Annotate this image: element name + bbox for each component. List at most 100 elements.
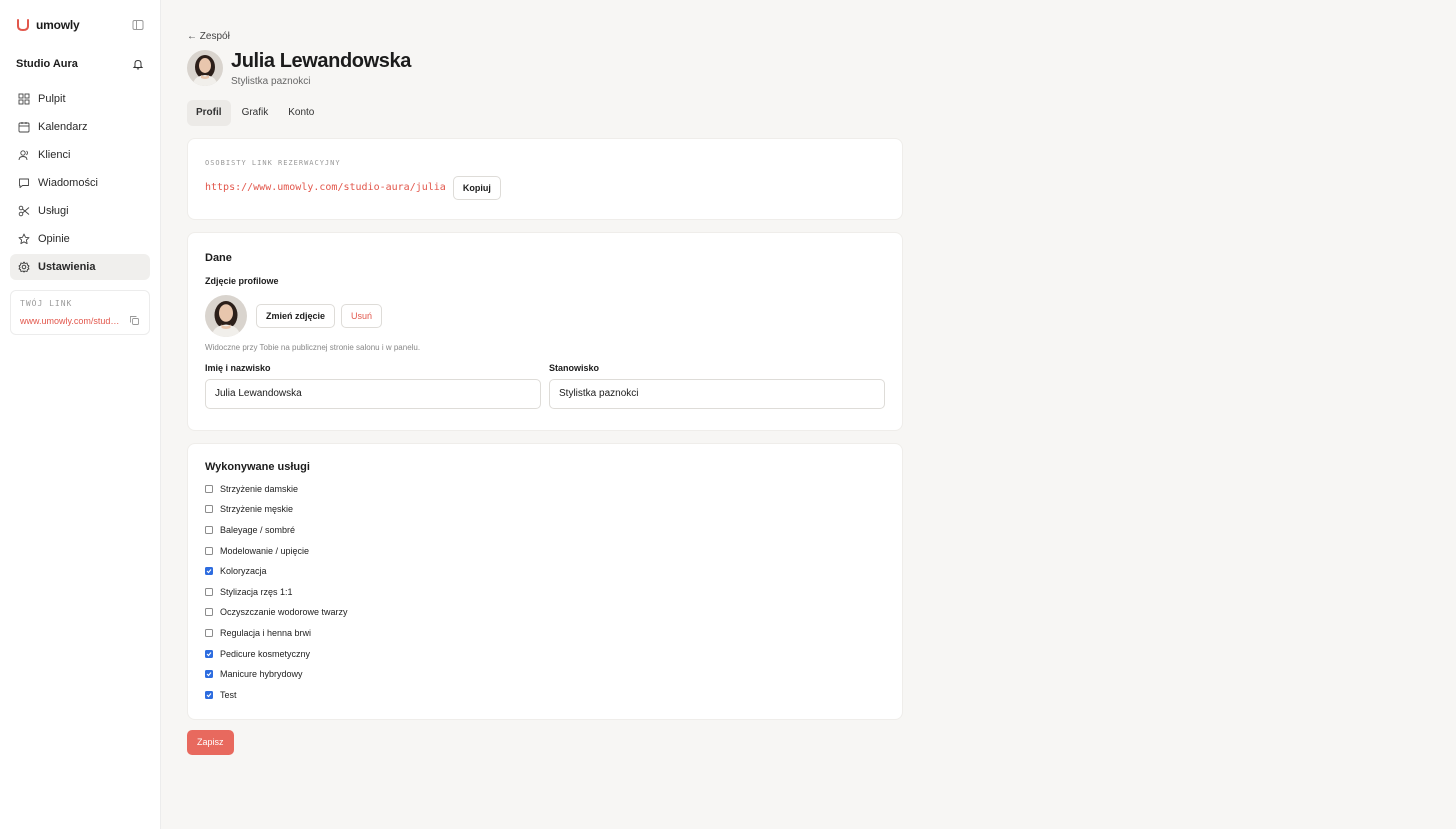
sidebar-item-uslugi[interactable]: Usługi	[10, 198, 150, 224]
booking-link-card: OSOBISTY LINK REZERWACYJNY https://www.u…	[187, 137, 903, 220]
brand-name: umowly	[36, 18, 80, 32]
service-checkbox-row[interactable]: Stylizacja rzęs 1:1	[205, 581, 885, 602]
checkbox-checked[interactable]	[205, 649, 213, 658]
services-card: Wykonywane usługi Strzyżenie damskie Strz…	[187, 442, 903, 720]
profile-header: Julia Lewandowska Stylistka paznokci	[187, 50, 1456, 87]
sidebar-item-ustawienia[interactable]: Ustawienia	[10, 254, 150, 280]
profile-data-card: Dane Zdjęcie profilowe Zmień zdjęcie Usu…	[187, 231, 903, 431]
role-field[interactable]	[549, 378, 885, 409]
service-checkbox-row[interactable]: Oczyszczanie wodorowe twarzy	[205, 602, 885, 623]
services-list: Strzyżenie damskie Strzyżenie męskie Baley…	[205, 479, 885, 706]
tab-profil[interactable]: Profil	[187, 99, 231, 126]
service-label: Stylizacja rzęs 1:1	[220, 586, 293, 597]
org-row: Studio Aura	[10, 50, 150, 78]
checkbox-unchecked[interactable]	[205, 525, 213, 534]
gear-icon	[18, 261, 30, 273]
sidebar: umowly Studio Aura Pulpit Kalendarz Klie…	[0, 0, 161, 829]
checkbox-unchecked[interactable]	[205, 546, 213, 555]
your-link-url[interactable]: www.umowly.com/studio…	[20, 316, 120, 326]
service-label: Strzyżenie damskie	[220, 483, 299, 494]
sidebar-item-label: Klienci	[38, 149, 71, 161]
org-name: Studio Aura	[16, 58, 78, 70]
calendar-icon	[18, 121, 30, 133]
sidebar-nav: Pulpit Kalendarz Klienci Wiadomości Usłu…	[10, 86, 150, 280]
tab-grafik[interactable]: Grafik	[233, 100, 278, 126]
avatar	[187, 50, 223, 86]
sidebar-collapse-icon[interactable]	[132, 19, 144, 31]
copy-link-button[interactable]: Kopiuj	[452, 175, 501, 200]
bell-icon[interactable]	[132, 58, 144, 70]
service-checkbox-row[interactable]: Strzyżenie damskie	[205, 479, 885, 500]
booking-url[interactable]: https://www.umowly.com/studio-aura/julia	[205, 182, 446, 193]
service-label: Pedicure kosmetyczny	[220, 648, 311, 659]
checkbox-unchecked[interactable]	[205, 587, 213, 596]
service-label: Baleyage / sombré	[220, 524, 296, 535]
your-link-title: TWÓJ LINK	[20, 299, 73, 308]
service-checkbox-row[interactable]: Koloryzacja	[205, 561, 885, 582]
services-title: Wykonywane usługi	[205, 460, 310, 473]
back-to-team-link[interactable]: ← Zespół	[187, 30, 230, 44]
service-label: Oczyszczanie wodorowe twarzy	[220, 607, 348, 618]
your-link-box: TWÓJ LINK www.umowly.com/studio…	[10, 290, 150, 335]
service-checkbox-row[interactable]: Pedicure kosmetyczny	[205, 643, 885, 664]
sidebar-item-label: Wiadomości	[38, 177, 98, 189]
message-icon	[18, 177, 30, 189]
sidebar-item-opinie[interactable]: Opinie	[10, 226, 150, 252]
service-label: Strzyżenie męskie	[220, 504, 294, 515]
person-role: Stylistka paznokci	[231, 75, 311, 87]
sidebar-item-label: Opinie	[38, 233, 70, 245]
photo-hint: Widoczne przy Tobie na publicznej stroni…	[205, 342, 421, 352]
name-label: Imię i nazwisko	[205, 362, 271, 373]
checkbox-checked[interactable]	[205, 567, 213, 576]
checkbox-unchecked[interactable]	[205, 484, 213, 493]
sidebar-item-label: Ustawienia	[38, 261, 96, 273]
remove-photo-button[interactable]: Usuń	[341, 303, 383, 328]
main-content: ← Zespół Julia Lewandowska Stylistka paz…	[161, 0, 1456, 829]
check-icon	[206, 569, 212, 574]
check-icon	[206, 692, 212, 698]
checkbox-unchecked[interactable]	[205, 505, 213, 514]
save-button[interactable]: Zapisz	[187, 729, 234, 755]
checkbox-checked[interactable]	[205, 690, 213, 699]
star-icon	[18, 233, 30, 245]
data-section-title: Dane	[205, 251, 232, 264]
brand-logo-icon	[16, 18, 30, 32]
check-icon	[206, 651, 212, 656]
sidebar-item-pulpit[interactable]: Pulpit	[10, 86, 150, 112]
users-icon	[18, 149, 30, 161]
sidebar-item-label: Usługi	[38, 205, 69, 217]
brand: umowly	[10, 0, 150, 50]
photo-label: Zdjęcie profilowe	[205, 275, 279, 286]
service-checkbox-row[interactable]: Modelowanie / upięcie	[205, 540, 885, 561]
service-checkbox-row[interactable]: Manicure hybrydowy	[205, 664, 885, 685]
service-checkbox-row[interactable]: Test	[205, 684, 885, 705]
change-photo-button[interactable]: Zmień zdjęcie	[256, 303, 336, 328]
service-checkbox-row[interactable]: Baleyage / sombré	[205, 520, 885, 541]
checkbox-checked[interactable]	[205, 670, 213, 679]
sidebar-item-label: Pulpit	[38, 93, 66, 105]
service-label: Koloryzacja	[220, 566, 267, 577]
service-label: Test	[220, 689, 237, 700]
sidebar-item-wiadomosci[interactable]: Wiadomości	[10, 170, 150, 196]
booking-link-caption: OSOBISTY LINK REZERWACYJNY	[205, 158, 341, 167]
page-title: Julia Lewandowska	[231, 49, 411, 72]
service-label: Regulacja i henna brwi	[220, 627, 312, 638]
scissors-icon	[18, 205, 30, 217]
checkbox-unchecked[interactable]	[205, 608, 213, 617]
sidebar-item-label: Kalendarz	[38, 121, 88, 133]
service-label: Manicure hybrydowy	[220, 669, 303, 680]
checkbox-unchecked[interactable]	[205, 628, 213, 637]
copy-icon[interactable]	[129, 315, 140, 326]
tab-konto[interactable]: Konto	[279, 100, 323, 126]
service-checkbox-row[interactable]: Strzyżenie męskie	[205, 499, 885, 520]
sidebar-item-kalendarz[interactable]: Kalendarz	[10, 114, 150, 140]
profile-photo	[205, 294, 247, 337]
check-icon	[206, 672, 212, 677]
service-checkbox-row[interactable]: Regulacja i henna brwi	[205, 623, 885, 644]
profile-tabs: Profil Grafik Konto	[187, 99, 1456, 126]
service-label: Modelowanie / upięcie	[220, 545, 310, 556]
dashboard-icon	[18, 93, 30, 105]
name-field[interactable]	[205, 378, 541, 409]
role-label: Stanowisko	[549, 362, 600, 373]
sidebar-item-klienci[interactable]: Klienci	[10, 142, 150, 168]
